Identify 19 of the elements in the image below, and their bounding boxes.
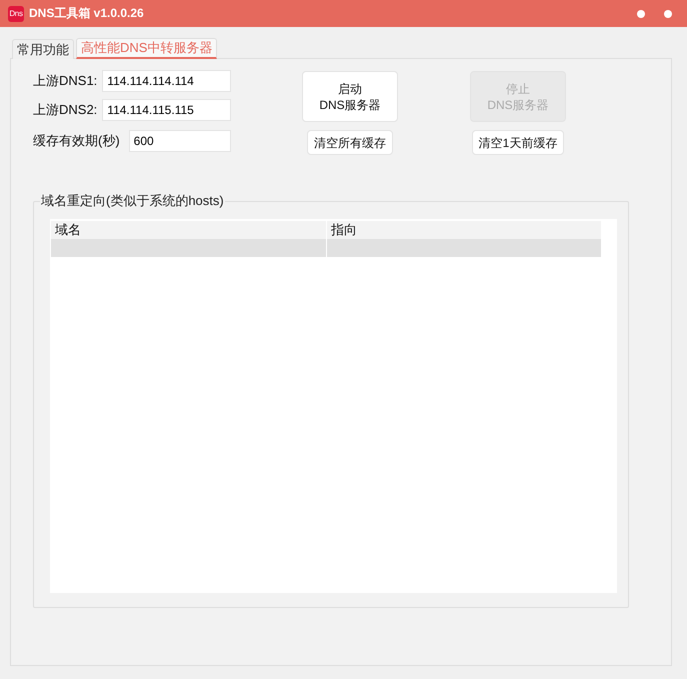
field-label: 缓存有效期(秒) (33, 132, 120, 150)
column-header[interactable]: 域名 (51, 221, 326, 239)
field-label: 上游DNS2: (33, 101, 98, 119)
minimize-dot-icon[interactable] (637, 10, 645, 18)
clear-cache-button[interactable]: 清空所有缓存 (307, 130, 393, 155)
column-header[interactable]: 指向 (327, 221, 601, 239)
table-cell[interactable] (327, 239, 601, 257)
group-title: 域名重定向(类似于系统的hosts) (40, 192, 225, 210)
clear-cache-button[interactable]: 清空1天前缓存 (472, 130, 564, 155)
window-title: DNS工具箱 v1.0.0.26 (29, 5, 145, 22)
server-button[interactable]: 启动 DNS服务器 (302, 71, 398, 122)
input-field[interactable]: 114.114.114.114 (102, 70, 231, 92)
table-cell[interactable] (51, 239, 326, 257)
input-field[interactable]: 600 (128, 130, 231, 152)
app-logo: Dns (8, 6, 24, 22)
field-label: 上游DNS1: (33, 72, 98, 90)
input-field[interactable]: 114.114.115.115 (102, 99, 231, 121)
tab[interactable]: 常用功能 (12, 39, 74, 59)
close-dot-icon[interactable] (664, 10, 672, 18)
